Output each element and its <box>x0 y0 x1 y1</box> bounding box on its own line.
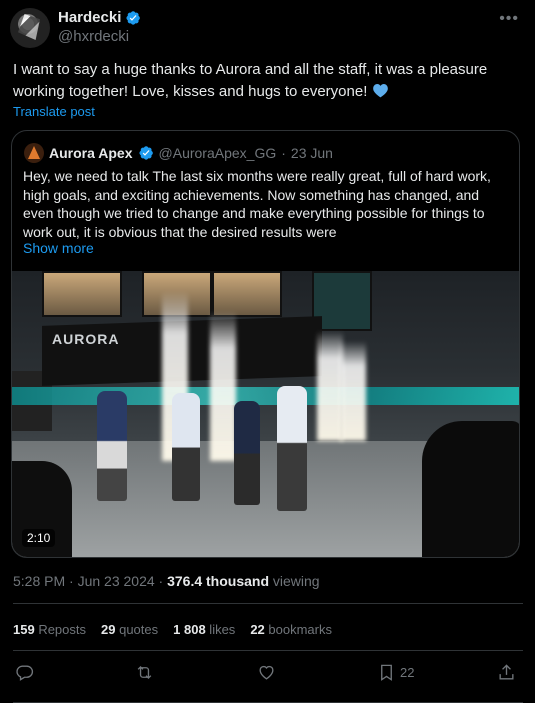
camera-operator <box>422 421 519 557</box>
like-button[interactable] <box>257 663 276 682</box>
pyro-spark <box>340 341 366 441</box>
engagement-stats: 159 Reposts 29 quotes 1 808 likes 22 boo… <box>13 622 332 637</box>
stage-stripe <box>12 387 519 405</box>
translate-post-link[interactable]: Translate post <box>13 104 95 119</box>
author-display-name[interactable]: Hardecki <box>58 9 121 26</box>
quoted-post-header: Aurora Apex @AuroraApex_GG · 23 Jun <box>24 143 333 163</box>
author-avatar[interactable] <box>10 8 50 48</box>
post-text: I want to say a huge thanks to Aurora an… <box>13 59 523 103</box>
bookmarks-count: 22 <box>250 622 265 637</box>
quotes-count: 29 <box>101 622 116 637</box>
show-more-link[interactable]: Show more <box>23 240 94 256</box>
player-figure <box>172 393 200 501</box>
more-icon[interactable]: ••• <box>499 10 519 28</box>
quoted-separator: · <box>281 145 286 161</box>
divider <box>13 603 523 604</box>
divider <box>13 650 523 651</box>
share-icon <box>499 664 514 680</box>
player-figure <box>234 401 260 505</box>
arena-screen <box>42 271 122 317</box>
repost-button[interactable] <box>135 663 154 682</box>
reply-button[interactable] <box>15 663 34 682</box>
bookmark-button[interactable]: 22 <box>377 663 414 682</box>
view-label: viewing <box>269 573 320 589</box>
bookmarks-label: bookmarks <box>264 622 332 637</box>
quoted-date: 23 Jun <box>290 145 333 161</box>
blue-heart-icon <box>372 84 388 98</box>
quoted-post-text: Hey, we need to talk The last six months… <box>23 168 491 240</box>
bookmark-icon <box>381 664 392 681</box>
post-metadata: 5:28 PM · Jun 23 2024 · 376.4 thousand v… <box>13 573 320 589</box>
reposts-count: 159 <box>13 622 35 637</box>
reposts-label: Reposts <box>34 622 87 637</box>
share-button[interactable] <box>497 663 516 682</box>
quotes-stat[interactable]: 29 quotes <box>101 622 158 637</box>
repost-icon <box>137 666 152 679</box>
stage-banner-text: AURORA <box>52 331 120 347</box>
post-text-body: I want to say a huge thanks to Aurora an… <box>13 61 488 100</box>
pyro-spark <box>210 311 236 461</box>
quoted-author-handle: @AuroraApex_GG <box>158 145 277 161</box>
reposts-stat[interactable]: 159 Reposts <box>13 622 86 637</box>
author-handle[interactable]: @hxrdecki <box>58 28 129 45</box>
likes-label: likes <box>205 622 236 637</box>
player-figure <box>97 391 127 501</box>
author-name-row: Hardecki <box>58 9 141 26</box>
view-count: 376.4 thousand <box>167 573 270 589</box>
video-thumbnail[interactable]: AURORA 2:10 <box>12 271 519 557</box>
post-timestamp[interactable]: 5:28 PM · Jun 23 2024 · <box>13 573 167 589</box>
bookmark-count: 22 <box>400 665 415 680</box>
quoted-author-name: Aurora Apex <box>49 145 133 161</box>
post-header: Hardecki @hxrdecki ••• <box>10 8 525 48</box>
video-duration: 2:10 <box>22 529 56 547</box>
quoted-author-avatar <box>24 143 44 163</box>
like-icon <box>259 665 274 680</box>
verified-badge-icon <box>126 10 141 25</box>
action-bar: 22 <box>13 663 523 687</box>
likes-count: 1 808 <box>173 622 206 637</box>
player-figure <box>277 386 307 511</box>
bookmarks-stat[interactable]: 22 bookmarks <box>250 622 332 637</box>
verified-badge-icon <box>138 146 153 160</box>
reply-icon <box>16 665 34 681</box>
quoted-post[interactable]: Aurora Apex @AuroraApex_GG · 23 Jun Hey,… <box>11 130 520 558</box>
likes-stat[interactable]: 1 808 likes <box>173 622 235 637</box>
quotes-label: quotes <box>115 622 159 637</box>
